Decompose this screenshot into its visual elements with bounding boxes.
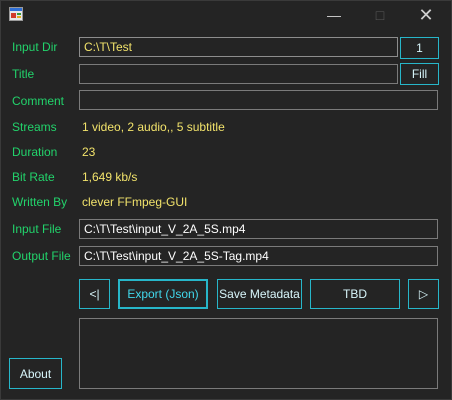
fill-button[interactable]: Fill [400, 63, 439, 85]
output-file-field[interactable] [79, 246, 438, 266]
streams-label: Streams [12, 120, 57, 134]
title-label: Title [12, 67, 35, 81]
output-file-label: Output File [12, 249, 71, 263]
tbd-button[interactable]: TBD [310, 279, 400, 309]
written-by-value: clever FFmpeg-GUI [82, 195, 188, 209]
comment-field[interactable] [79, 90, 438, 110]
bit-rate-value: 1,649 kb/s [82, 170, 138, 184]
comment-label: Comment [12, 94, 65, 108]
title-bar: — □ ✕ [1, 1, 451, 29]
input-file-field[interactable] [79, 219, 438, 239]
input-dir-label: Input Dir [12, 40, 58, 54]
input-dir-field[interactable] [79, 37, 398, 57]
next-button[interactable]: ▷ [408, 279, 439, 309]
duration-label: Duration [12, 145, 58, 159]
minimize-button[interactable]: — [311, 1, 357, 29]
previous-button[interactable]: <| [79, 279, 110, 309]
output-log-area[interactable] [79, 318, 438, 389]
input-dir-number-button[interactable]: 1 [400, 37, 439, 59]
written-by-label: Written By [12, 195, 68, 209]
bit-rate-label: Bit Rate [12, 170, 55, 184]
app-window: — □ ✕ Input Dir 1 Title Fill Comment Str… [0, 0, 452, 400]
maximize-button[interactable]: □ [357, 1, 403, 29]
save-metadata-button[interactable]: Save Metadata [217, 279, 302, 309]
duration-value: 23 [82, 145, 96, 159]
close-button[interactable]: ✕ [403, 1, 449, 29]
input-file-label: Input File [12, 222, 62, 236]
title-field[interactable] [79, 64, 398, 84]
export-json-button[interactable]: Export (Json) [118, 279, 208, 309]
app-icon [9, 7, 23, 21]
about-button[interactable]: About [9, 358, 62, 389]
streams-value: 1 video, 2 audio,, 5 subtitle [82, 120, 225, 134]
